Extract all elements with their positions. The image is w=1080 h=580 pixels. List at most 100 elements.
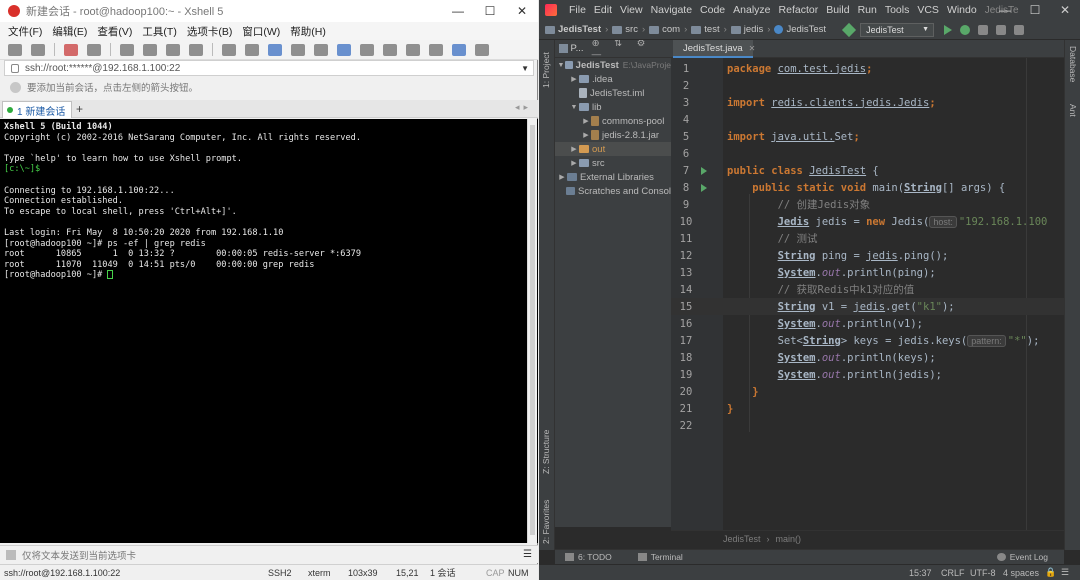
breadcrumb-jedis[interactable]: jedis › [730,24,770,35]
expand-arrow-icon[interactable]: ▶ [557,173,567,181]
menu-edit[interactable]: 编辑(E) [52,24,87,39]
code-line[interactable]: 19 System.out.println(jedis); [671,366,1064,383]
reconnect-icon[interactable] [64,43,78,56]
status-indent[interactable]: 4 spaces [1003,568,1039,578]
code-line[interactable]: 1 package com.test.jedis; [671,60,1064,77]
close-button[interactable]: ✕ [1050,0,1080,20]
tree-item[interactable]: ▼ lib [555,100,671,114]
print-icon[interactable] [222,43,236,56]
menu-window[interactable]: 窗口(W) [242,24,280,39]
terminal-tool-button[interactable]: Terminal [637,552,683,562]
fullscreen-icon[interactable] [337,43,351,56]
todo-tool-button[interactable]: 6: TODO [565,552,612,562]
idea-menu-edit[interactable]: Edit [594,4,612,16]
database-tool-button[interactable]: Database [1068,46,1078,82]
tab-scroll-arrows[interactable]: ◂▸ [515,102,532,113]
help-icon[interactable] [452,43,466,56]
address-bar[interactable]: ssh://root:******@192.168.1.100:22 ▼ [4,60,534,76]
code-line[interactable]: 13 System.out.println(ping); [671,264,1064,281]
scrollbar-thumb[interactable] [530,125,535,535]
layout-icon[interactable] [429,43,443,56]
code-line[interactable]: 17 Set<String> keys = jedis.keys(pattern… [671,332,1064,349]
transfer-icon[interactable] [245,43,259,56]
tree-item[interactable]: ▶ External Libraries [555,170,671,184]
code-line[interactable]: 7 public class JedisTest { [671,162,1064,179]
expand-arrow-icon[interactable]: ▶ [569,145,579,153]
code-line[interactable]: 8 public static void main(String[] args)… [671,179,1064,196]
compose-bar[interactable]: 仅将文本发送到当前选项卡 ☰ [0,545,538,563]
code-line[interactable]: 10 Jedis jedis = new Jedis(host: "192.168… [671,213,1064,230]
copy-icon[interactable] [143,43,157,56]
minimize-button[interactable]: — [442,0,474,22]
editor-tab-jedistest[interactable]: JedisTest.java ✕ [673,40,756,58]
expand-arrow-icon[interactable]: ▶ [581,131,591,139]
menu-file[interactable]: 文件(F) [8,24,42,39]
run-config-select[interactable]: JedisTest ▼ [860,22,935,37]
minimize-button[interactable]: — [990,0,1020,20]
editor-breadcrumb-class[interactable]: JedisTest [723,534,761,544]
tree-item[interactable]: ▶ .idea [555,72,671,86]
idea-menu-file[interactable]: File [569,4,586,16]
tree-item[interactable]: ▶ out [555,142,671,156]
code-line[interactable]: 22 [671,417,1064,434]
code-line[interactable]: 12 String ping = jedis.ping(); [671,247,1064,264]
chevron-down-icon[interactable]: ▼ [521,64,529,73]
idea-menu-view[interactable]: View [620,4,643,16]
lock-icon[interactable]: 🔒 [1045,567,1056,578]
breadcrumb-class[interactable]: JedisTest [774,24,826,35]
breadcrumb-com[interactable]: com › [649,24,687,35]
script-icon[interactable] [314,43,328,56]
idea-menu-tools[interactable]: Tools [885,4,910,16]
gutter-run-icon[interactable] [701,183,723,192]
notifications-icon[interactable]: ☰ [1061,567,1069,578]
code-line[interactable]: 2 [671,77,1064,94]
keyboard-icon[interactable] [383,43,397,56]
project-panel-tools[interactable]: ⊕ ⇅ ⚙ — [592,40,671,60]
breadcrumb-project[interactable]: JedisTest › [545,24,608,35]
code-editor[interactable]: 1 package com.test.jedis; 2 3 import redis.c… [671,58,1064,530]
lock-icon[interactable] [360,43,374,56]
add-tab-button[interactable]: + [76,102,83,116]
breadcrumb-test[interactable]: test › [691,24,727,35]
tree-item[interactable]: ▶ jedis-2.8.1.jar [555,128,671,142]
idea-menu-code[interactable]: Code [700,4,725,16]
chat-icon[interactable] [475,43,489,56]
idea-menu-vcs[interactable]: VCS [917,4,939,16]
code-line[interactable]: 5 import java.util.Set; [671,128,1064,145]
structure-tool-button[interactable]: Z: Structure [541,430,551,474]
status-line-separator[interactable]: CRLF [941,568,965,578]
tree-item[interactable]: ▶ commons-pool [555,114,671,128]
expand-arrow-icon[interactable]: ▼ [569,104,579,111]
ant-tool-button[interactable]: Ant [1068,104,1078,117]
code-line[interactable]: 9 // 创建Jedis对象 [671,196,1064,213]
close-tab-icon[interactable]: ✕ [749,44,756,53]
idea-menu-windo[interactable]: Windo [947,4,977,16]
expand-arrow-icon[interactable]: ▼ [557,62,565,69]
idea-menu-run[interactable]: Run [858,4,877,16]
disconnect-icon[interactable] [87,43,101,56]
build-hammer-icon[interactable] [842,22,857,37]
tree-item[interactable]: JedisTest.iml [555,86,671,100]
debug-icon[interactable] [960,24,971,35]
gutter-run-icon[interactable] [701,166,723,175]
paste-icon[interactable] [166,43,180,56]
code-line[interactable]: 6 [671,145,1064,162]
idea-menu-build[interactable]: Build [826,4,849,16]
code-line[interactable]: 4 [671,111,1064,128]
code-line[interactable]: 18 System.out.println(keys); [671,349,1064,366]
compose-menu-icon[interactable]: ☰ [523,549,532,560]
add-icon[interactable] [406,43,420,56]
idea-menu-navigate[interactable]: Navigate [651,4,692,16]
session-tab[interactable]: 1 新建会话 [2,101,72,118]
globe-icon[interactable] [268,43,282,56]
font-icon[interactable] [291,43,305,56]
menu-help[interactable]: 帮助(H) [290,24,326,39]
idea-menu-analyze[interactable]: Analyze [733,4,770,16]
menu-view[interactable]: 查看(V) [97,24,132,39]
status-caret-pos[interactable]: 15:37 [909,568,932,578]
properties-icon[interactable] [120,43,134,56]
maximize-button[interactable]: ☐ [474,0,506,22]
new-session-icon[interactable] [8,43,22,56]
idea-menu-refactor[interactable]: Refactor [779,4,819,16]
status-encoding[interactable]: UTF-8 [970,568,996,578]
